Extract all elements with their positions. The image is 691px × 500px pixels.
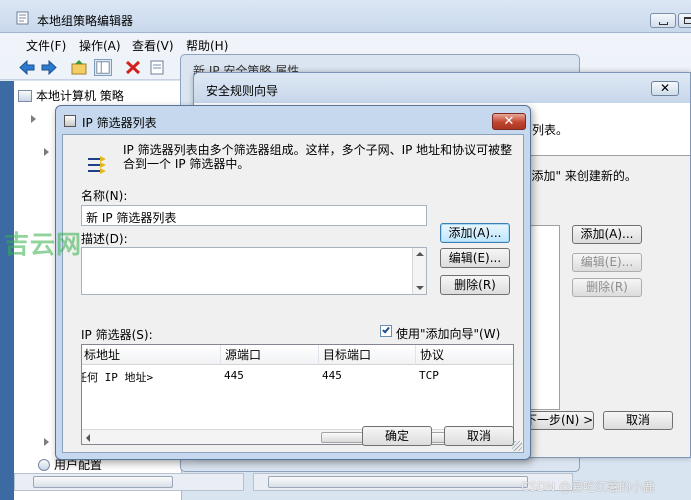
close-icon: ✕ (659, 81, 671, 95)
ip-filters-label: IP 筛选器(S): (81, 328, 153, 342)
wizard-title: 安全规则向导 (206, 84, 279, 98)
window-left-edge (0, 81, 14, 500)
ok-button[interactable]: 确定 (362, 426, 432, 446)
scroll-up-icon[interactable] (416, 252, 424, 256)
resize-grip-icon[interactable] (512, 441, 522, 451)
menu-bar: 文件(F) 操作(A) 查看(V) 帮助(H) (0, 33, 691, 54)
name-label: 名称(N): (81, 189, 128, 203)
wizard-title-bar[interactable]: 安全规则向导 ✕ (194, 73, 690, 103)
tree-expand-icon[interactable] (44, 438, 49, 446)
cell-src-port: 445 (224, 369, 244, 382)
cell-dst-port: 445 (322, 369, 342, 382)
delete-icon[interactable] (124, 59, 142, 76)
wizard-edit-button[interactable]: 编辑(E)... (572, 253, 642, 272)
close-icon: ✕ (503, 114, 515, 129)
checkmark-icon (382, 325, 390, 334)
main-window-title: 本地组策略编辑器 (37, 14, 134, 28)
list-header: 标地址 源端口 目标端口 协议 (82, 345, 513, 365)
maximize-icon (684, 17, 691, 24)
ip-filter-icon (88, 156, 106, 174)
cancel-button[interactable]: 取消 (444, 426, 514, 446)
scroll-left-icon[interactable] (86, 434, 90, 442)
wizard-delete-button[interactable]: 删除(R) (572, 278, 642, 297)
wizard-close-button[interactable]: ✕ (651, 81, 679, 96)
add-filter-button[interactable]: 添加(A)... (440, 223, 510, 243)
properties-icon[interactable] (148, 59, 166, 76)
menu-help[interactable]: 帮助(H) (186, 37, 228, 54)
column-header-dst-port[interactable]: 目标端口 (318, 345, 416, 365)
tree-item-local-computer-policy[interactable]: 本地计算机 策略 (18, 87, 124, 104)
menu-action[interactable]: 操作(A) (79, 37, 121, 54)
description-label: 描述(D): (81, 232, 128, 246)
scrollbar-thumb[interactable] (33, 476, 173, 488)
maximize-button[interactable] (678, 13, 691, 28)
cell-protocol: TCP (419, 369, 439, 382)
edit-filter-button[interactable]: 编辑(E)... (440, 248, 510, 268)
back-arrow-icon[interactable] (18, 59, 36, 76)
column-header-dest-addr[interactable]: 标地址 (82, 345, 220, 365)
wizard-cancel-button[interactable]: 取消 (603, 411, 673, 430)
delete-filter-button[interactable]: 删除(R) (440, 275, 510, 295)
dialog-body: IP 筛选器列表由多个筛选器组成。这样，多个子网、IP 地址和协议可被整合到一个… (62, 134, 524, 453)
up-folder-icon[interactable] (70, 59, 88, 76)
menu-view[interactable]: 查看(V) (132, 37, 174, 54)
dialog-title: IP 筛选器列表 (82, 116, 157, 130)
site-watermark: 吉云网 (4, 230, 83, 259)
dialog-title-bar[interactable]: IP 筛选器列表 ✕ (56, 106, 530, 134)
wizard-instruction-text: "添加" 来创建新的。 (526, 169, 637, 183)
dialog-close-button[interactable]: ✕ (492, 113, 526, 130)
name-input[interactable]: 新 IP 筛选器列表 (81, 205, 427, 226)
ip-filter-list-dialog: IP 筛选器列表 ✕ IP 筛选器列表由多个筛选器组成。这样，多个子网、IP 地… (55, 105, 531, 460)
csdn-watermark: CSDN @爱吃红薯的小鹿 (521, 480, 656, 494)
dialog-description: IP 筛选器列表由多个筛选器组成。这样，多个子网、IP 地址和协议可被整合到一个… (123, 143, 513, 171)
computer-policy-icon (18, 90, 32, 102)
use-wizard-label: 使用"添加向导"(W) (396, 327, 501, 341)
user-config-icon (38, 459, 50, 471)
description-textarea[interactable] (81, 247, 427, 295)
main-title-bar[interactable]: 本地组策略编辑器 (0, 0, 691, 33)
minimize-icon (659, 22, 668, 25)
menu-file[interactable]: 文件(F) (26, 37, 66, 54)
column-header-src-port[interactable]: 源端口 (220, 345, 318, 365)
wizard-add-button[interactable]: 添加(A)... (572, 225, 642, 244)
wizard-next-button[interactable]: 下一步(N) > (524, 411, 594, 430)
tree-expand-icon[interactable] (44, 148, 49, 156)
tree-expand-icon[interactable] (31, 115, 36, 123)
column-header-protocol[interactable]: 协议 (415, 345, 513, 365)
cell-dest-addr: 任何 IP 地址> (81, 371, 154, 384)
dialog-window-icon (64, 115, 76, 127)
use-wizard-checkbox[interactable] (380, 325, 392, 337)
minimize-button[interactable] (650, 13, 676, 28)
scroll-down-icon[interactable] (416, 286, 424, 290)
description-vertical-scrollbar[interactable] (412, 248, 426, 294)
policy-editor-icon (16, 11, 29, 25)
tree-item-label: 本地计算机 策略 (36, 89, 124, 103)
show-tree-icon[interactable] (94, 59, 112, 76)
tree-horizontal-scrollbar[interactable] (14, 473, 244, 491)
wizard-description-text: 列表。 (532, 123, 569, 137)
scrollbar-thumb[interactable] (268, 476, 528, 488)
tree-item-label: 用户配置 (54, 458, 103, 472)
forward-arrow-icon[interactable] (40, 59, 58, 76)
